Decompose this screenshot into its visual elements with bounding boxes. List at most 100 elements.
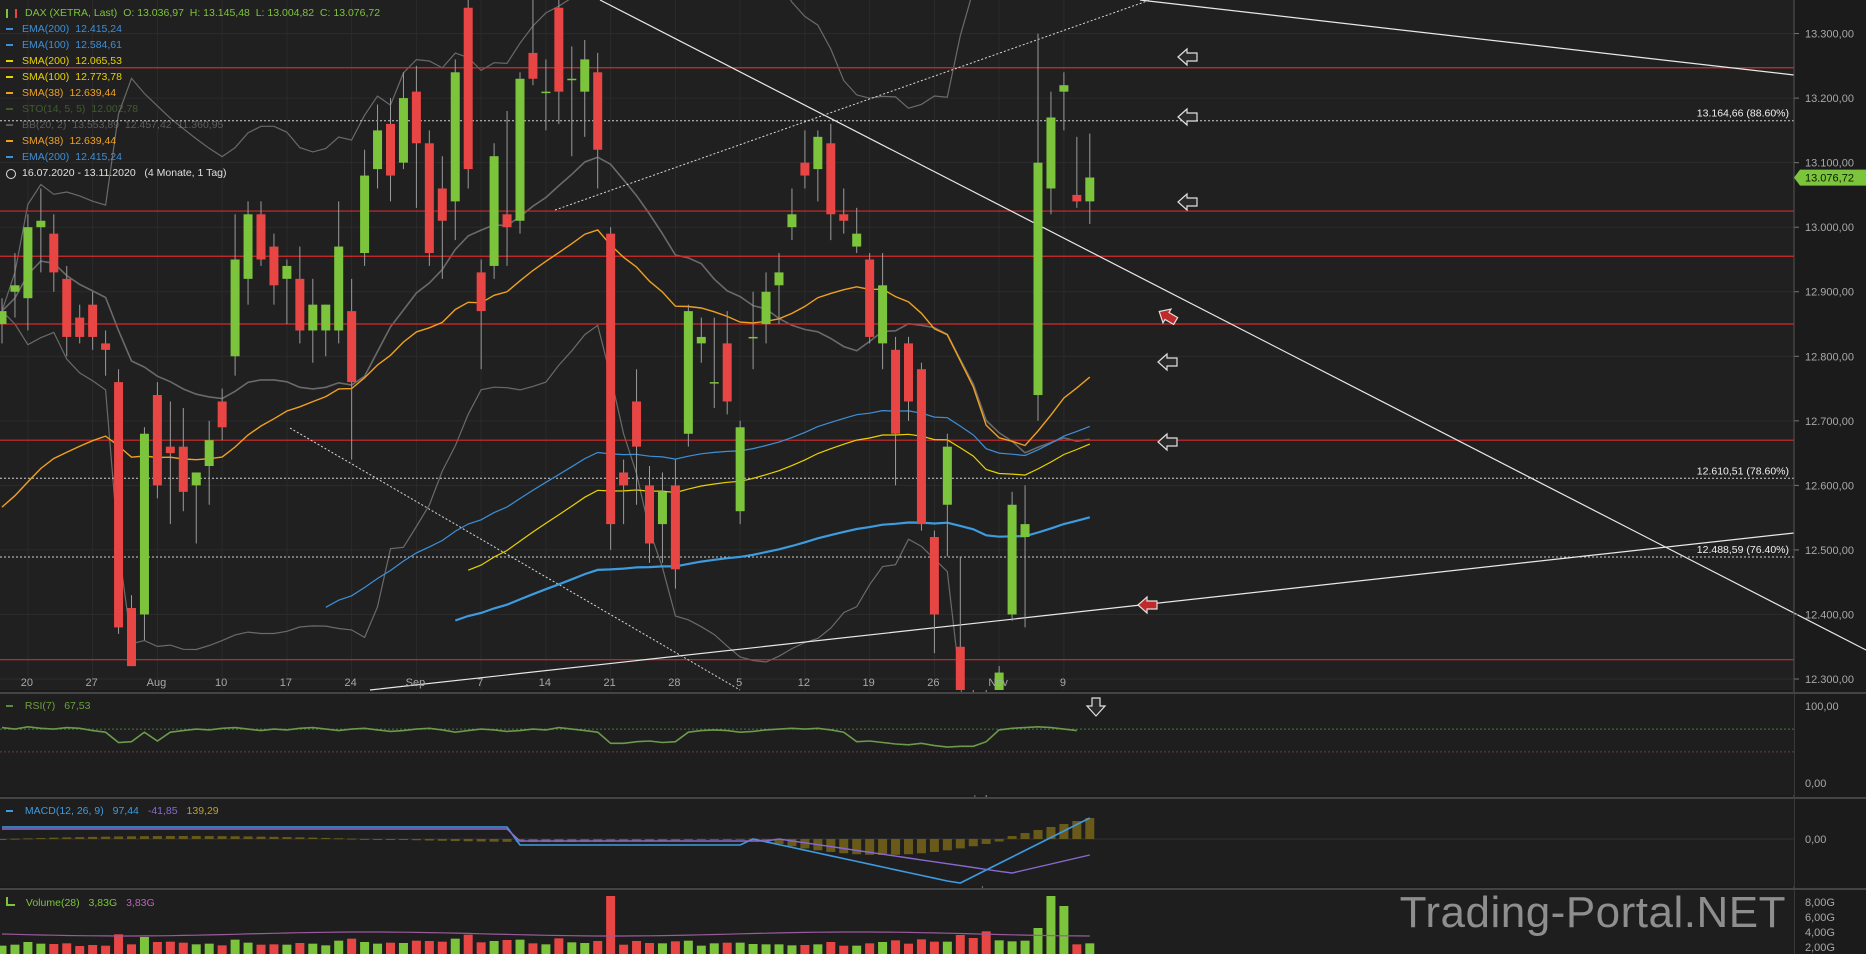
macd-histogram-bar (0, 839, 7, 840)
candle-body (580, 59, 590, 92)
chart-type-icon (6, 8, 17, 18)
volume-value-1: 3,83G (88, 897, 118, 909)
macd-histogram-bar (981, 839, 991, 844)
y-tick-label: 13.000,00 (1805, 222, 1854, 234)
fib-level-label: 12.488,59 (76.40%) (1697, 544, 1789, 556)
volume-bar (645, 943, 654, 954)
y-tick-label: 12.900,00 (1805, 287, 1854, 299)
volume-bar (696, 945, 706, 954)
volume-bar (204, 943, 214, 954)
volume-bar (891, 940, 901, 954)
volume-tick-label: 6,00G (1805, 912, 1835, 924)
macd-value-2: -41,85 (147, 805, 178, 817)
x-tick-label: 7 (477, 677, 483, 689)
candle-body (114, 382, 124, 628)
legend-swatch (6, 156, 13, 158)
candle-body (632, 401, 642, 447)
macd-histogram-bar (256, 836, 266, 839)
legend-item: SMA(200) 12.065,53 (6, 53, 380, 69)
candle-body (191, 472, 201, 486)
candle-body (476, 272, 486, 312)
macd-histogram-bar (1033, 830, 1043, 839)
candle-body (1085, 177, 1095, 202)
volume-bar (437, 941, 447, 954)
x-tick-label: 20 (21, 677, 33, 689)
volume-bar (1072, 944, 1082, 954)
volume-bar (735, 942, 745, 954)
macd-histogram-bar (942, 839, 952, 851)
macd-swatch (6, 810, 13, 813)
volume-bar (88, 945, 98, 954)
macd-histogram-bar (916, 839, 926, 854)
volume-bar (476, 942, 486, 954)
volume-bar (787, 945, 797, 954)
volume-tick-label: 8,00G (1805, 897, 1835, 909)
macd-histogram-bar (127, 836, 136, 839)
candle-body (541, 91, 551, 94)
volume-bar (308, 943, 318, 954)
candle-body (761, 291, 771, 325)
volume-bar (632, 941, 642, 954)
candle-body (49, 233, 59, 273)
volume-tick-label: 4,00G (1805, 927, 1835, 939)
volume-bar (502, 940, 512, 954)
candle-body (593, 72, 603, 150)
macd-histogram-bar (204, 836, 214, 839)
volume-bar (852, 945, 862, 954)
candle-body (1020, 524, 1030, 538)
volume-bar (994, 940, 1004, 954)
candle-body (269, 246, 279, 286)
macd-legend: MACD(12, 26, 9) 97,44 -41,85 139,29 (6, 805, 219, 817)
volume-bar (761, 944, 771, 954)
candle-body (813, 136, 823, 170)
volume-bar (178, 942, 188, 954)
candle-body (528, 52, 538, 79)
volume-bar (295, 943, 305, 954)
rsi-swatch (6, 705, 13, 708)
candle-body (127, 608, 136, 667)
volume-bar (657, 943, 667, 954)
legend-name: BB(20, 2) (22, 119, 67, 131)
x-tick-label: 9 (1060, 677, 1066, 689)
volume-bar (334, 940, 344, 954)
volume-bar (1059, 906, 1069, 954)
candle-body (424, 143, 434, 254)
volume-bar (191, 944, 201, 954)
candle-body (502, 214, 512, 228)
candle-body (463, 7, 473, 170)
volume-bar (450, 938, 460, 954)
legend-value: 12.002,78 (91, 103, 139, 115)
volume-bar (230, 939, 240, 954)
candle-body (878, 285, 888, 344)
x-tick-label: 5 (736, 677, 742, 689)
legend-swatch (6, 140, 13, 142)
volume-bar (101, 945, 111, 954)
volume-bar (1033, 928, 1043, 954)
candle-body (645, 485, 654, 544)
legend-swatch (6, 44, 13, 46)
candle-body (1007, 504, 1017, 615)
candle-body (800, 162, 810, 176)
candle-body (295, 278, 305, 331)
candle-body (437, 188, 447, 221)
macd-histogram-bar (243, 836, 253, 839)
candle-body (152, 395, 162, 486)
macd-tick-label: 0,00 (1805, 834, 1826, 846)
legend-item: BB(20, 2) 13.553,89 12.457,42 11.360,95 (6, 117, 380, 133)
candle-body (489, 156, 499, 266)
macd-label: MACD(12, 26, 9) (24, 805, 104, 817)
macd-histogram-bar (165, 836, 175, 839)
macd-histogram-bar (994, 839, 1004, 842)
rsi-label: RSI(7) (24, 700, 56, 712)
candle-body (852, 233, 862, 247)
candle-body (1059, 85, 1069, 92)
candle-body (282, 265, 292, 279)
volume-bar (398, 943, 408, 954)
candle-body (88, 304, 98, 337)
macd-histogram-bar (502, 839, 512, 842)
candle-body (386, 123, 395, 176)
macd-histogram-bar (709, 839, 719, 840)
volume-bar (606, 896, 616, 954)
candle-body (904, 343, 913, 402)
x-tick-label: 24 (345, 677, 357, 689)
